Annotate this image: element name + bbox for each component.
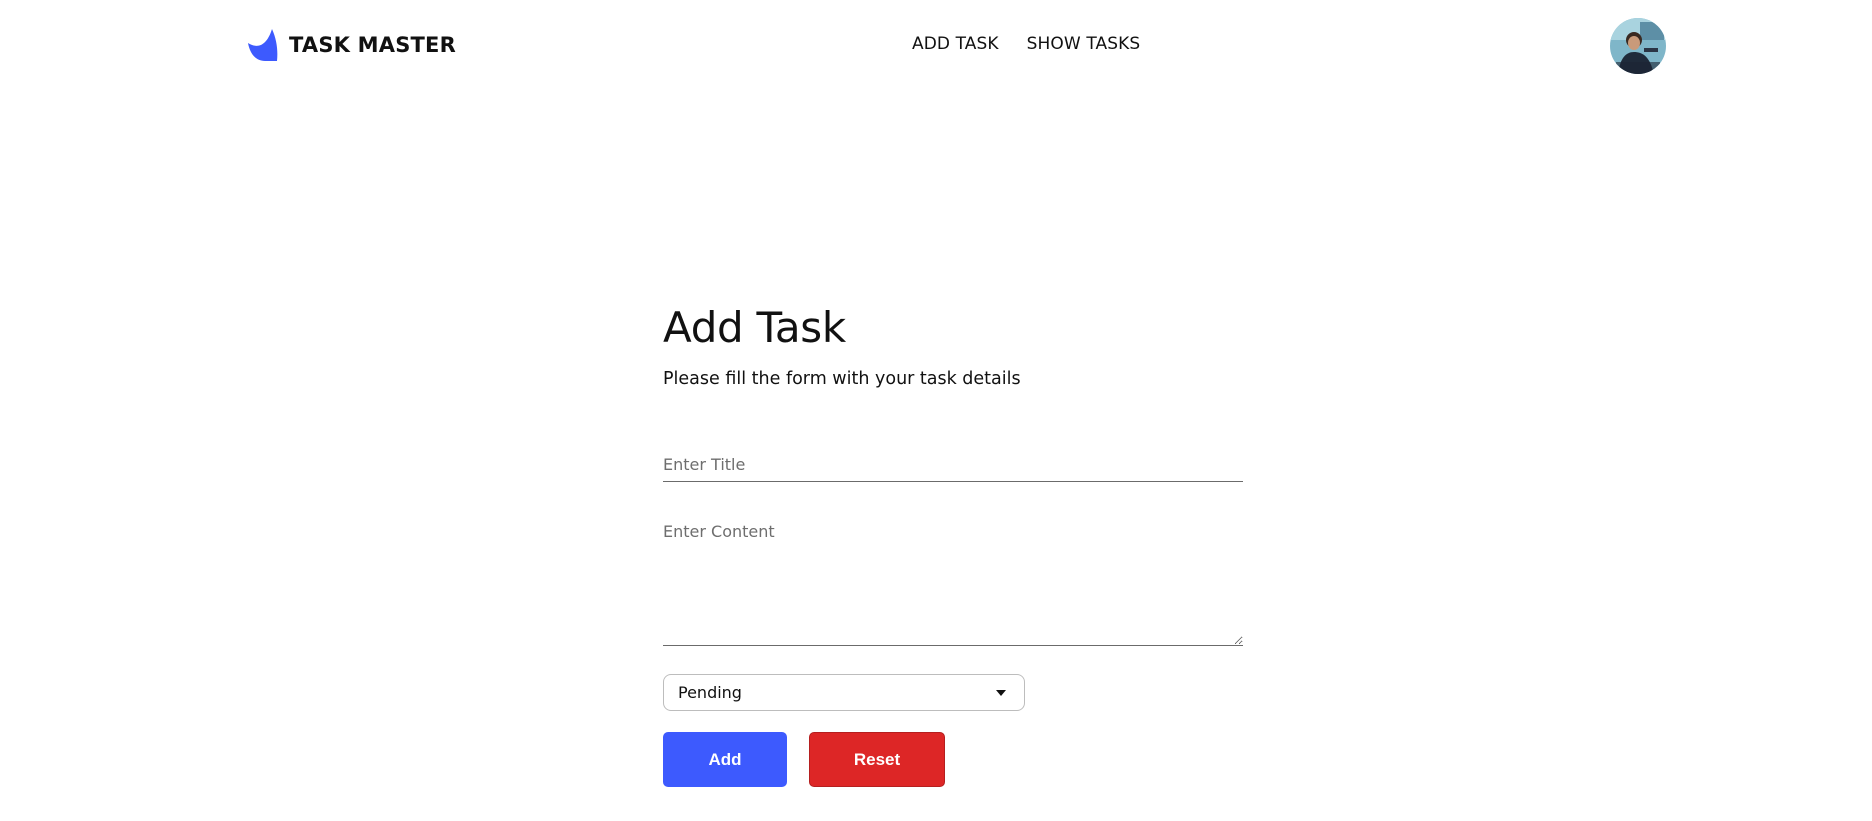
add-task-form: Add Task Please fill the form with your … [663, 298, 1243, 787]
title-input[interactable] [663, 448, 1243, 482]
nav-add-task[interactable]: ADD TASK [912, 34, 999, 54]
chevron-down-icon [996, 690, 1006, 696]
brand[interactable]: TASK MASTER [248, 28, 456, 62]
main-nav: ADD TASK SHOW TASKS [912, 34, 1140, 54]
reset-button[interactable]: Reset [809, 732, 945, 787]
brand-name: TASK MASTER [289, 33, 456, 57]
nav-show-tasks[interactable]: SHOW TASKS [1027, 34, 1141, 54]
avatar-photo-icon [1610, 18, 1666, 74]
page-title: Add Task [663, 303, 846, 352]
page-subtitle: Please fill the form with your task deta… [663, 369, 1021, 389]
user-avatar[interactable] [1610, 18, 1666, 74]
add-button[interactable]: Add [663, 732, 787, 787]
status-selected-value: Pending [678, 683, 742, 702]
sail-logo-icon [248, 29, 278, 61]
status-select[interactable]: Pending [663, 674, 1025, 711]
content-textarea[interactable] [663, 522, 1243, 646]
top-navbar: TASK MASTER ADD TASK SHOW TASKS [0, 0, 1872, 92]
